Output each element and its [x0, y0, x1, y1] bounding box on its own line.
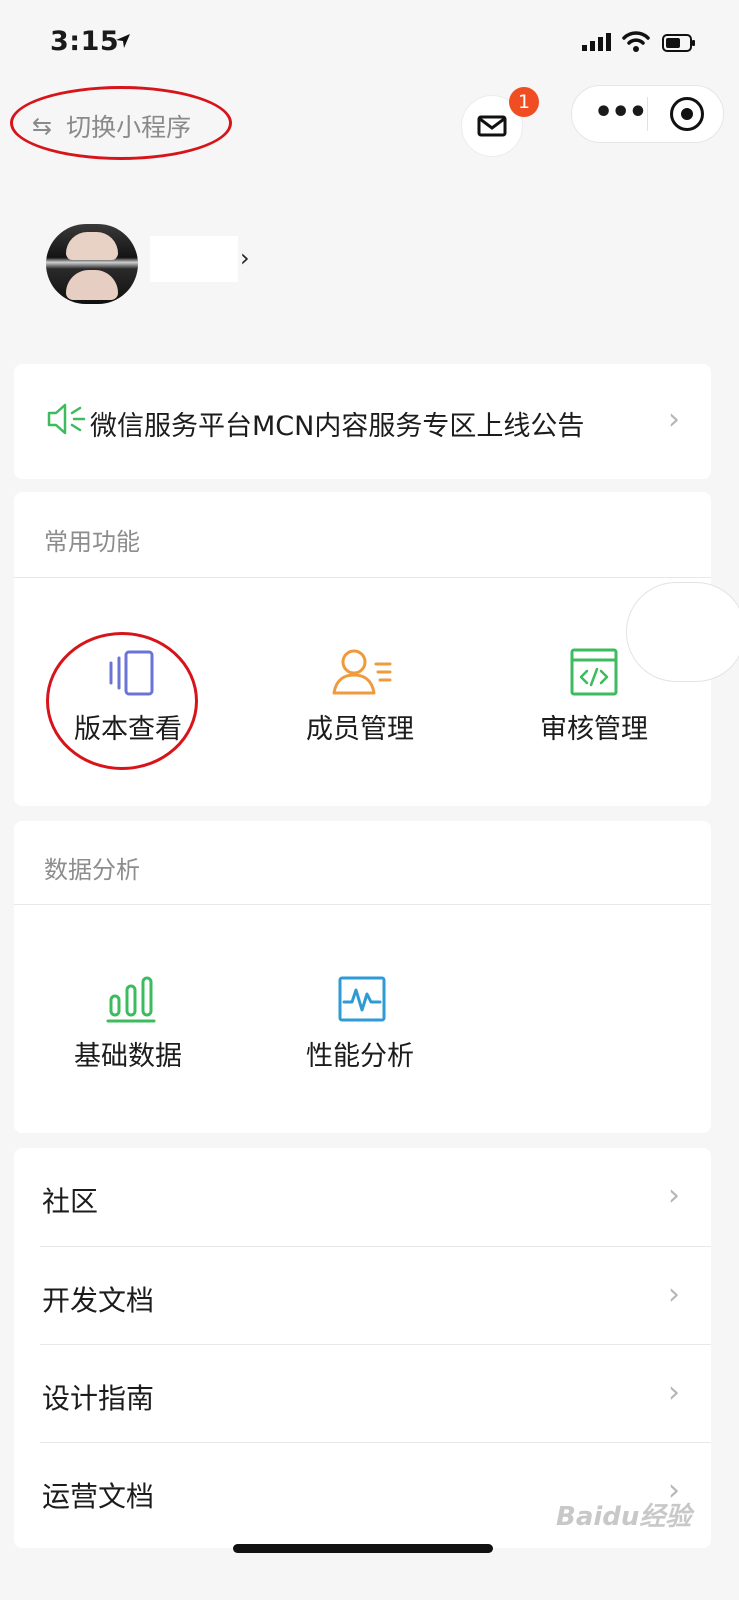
bar-chart-icon — [106, 976, 156, 1023]
function-label-basic-data[interactable]: 基础数据 — [74, 1034, 182, 1073]
function-label-review[interactable]: 审核管理 — [540, 707, 648, 746]
close-target-icon[interactable] — [670, 97, 704, 131]
account-name-redacted[interactable] — [150, 236, 238, 282]
switch-label: 切换小程序 — [66, 113, 192, 142]
performance-icon — [338, 976, 386, 1022]
chevron-right-icon[interactable]: › — [240, 244, 250, 272]
speaker-icon — [47, 403, 86, 435]
function-label-version: 版本查看 — [74, 714, 182, 745]
menu-label-design-guide: 设计指南 — [42, 1382, 155, 1415]
switch-miniprogram-button[interactable]: ⇆ 切换小程序 — [32, 108, 191, 144]
capsule-divider — [647, 97, 648, 131]
more-icon[interactable]: ••• — [594, 98, 648, 128]
function-label-member[interactable]: 成员管理 — [306, 707, 414, 746]
menu-label-community: 社区 — [42, 1185, 99, 1218]
location-arrow-icon — [116, 34, 130, 48]
mail-icon — [477, 115, 507, 137]
home-indicator[interactable] — [233, 1544, 493, 1553]
floating-bubble-content — [645, 612, 711, 652]
version-icon — [109, 650, 154, 696]
signal-icon — [582, 33, 611, 51]
code-review-icon — [570, 648, 618, 696]
divider — [14, 904, 711, 905]
menu-label-dev-docs: 开发文档 — [42, 1284, 155, 1317]
chevron-right-icon: › — [668, 402, 680, 437]
announcement-text[interactable]: 微信服务平台MCN内容服务专区上线公告 — [90, 404, 584, 443]
section-title-common: 常用功能 — [44, 528, 140, 556]
menu-label-operation-docs: 运营文档 — [42, 1480, 155, 1513]
divider — [14, 577, 711, 578]
menu-item-community[interactable] — [14, 1148, 711, 1246]
member-icon — [332, 649, 392, 695]
status-time: 3:15 — [50, 26, 120, 57]
battery-icon — [662, 34, 695, 52]
chevron-right-icon: › — [668, 1277, 680, 1312]
wifi-icon — [622, 31, 650, 52]
switch-arrows-icon: ⇆ — [32, 112, 53, 140]
chevron-right-icon: › — [668, 1178, 680, 1213]
section-title-data: 数据分析 — [44, 856, 140, 884]
function-label-performance[interactable]: 性能分析 — [306, 1034, 414, 1073]
chevron-right-icon: › — [668, 1375, 680, 1410]
watermark-logo: Baidu经验 — [556, 1502, 692, 1532]
mail-badge: 1 — [509, 87, 539, 117]
avatar[interactable] — [46, 224, 138, 304]
